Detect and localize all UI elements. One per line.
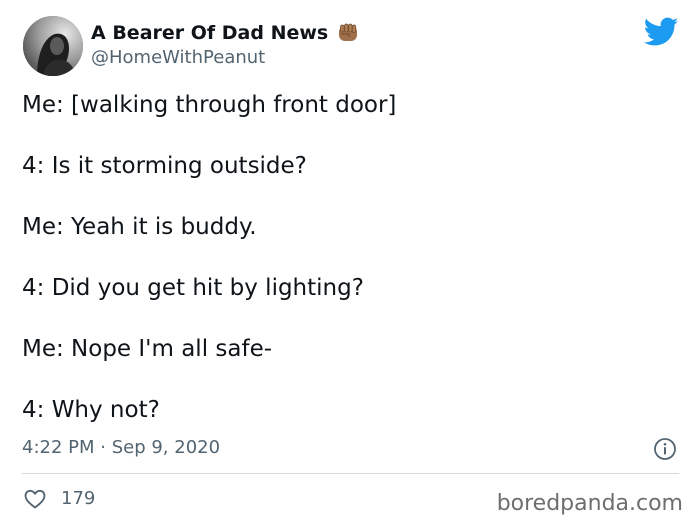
- tweet-card: A Bearer Of Dad News @HomeWithPeanut Me:…: [0, 0, 700, 528]
- like-count[interactable]: 179: [61, 488, 95, 510]
- raised-fist-emoji-icon: [336, 21, 360, 45]
- tweet-line: Me: Yeah it is buddy.: [22, 214, 257, 240]
- divider: [22, 473, 679, 474]
- heart-icon[interactable]: [23, 487, 47, 511]
- author-handle[interactable]: @HomeWithPeanut: [91, 47, 265, 69]
- tweet-line: 4: Did you get hit by lighting?: [22, 275, 364, 301]
- tweet-text: Me: [walking through front door] 4: Is i…: [22, 89, 672, 455]
- tweet-line: 4: Why not?: [22, 397, 160, 423]
- tweet-line: Me: Nope I'm all safe-: [22, 336, 273, 362]
- avatar[interactable]: [23, 16, 83, 76]
- tweet-line: Me: [walking through front door]: [22, 92, 397, 118]
- display-name[interactable]: A Bearer Of Dad News: [91, 20, 328, 46]
- info-icon[interactable]: [653, 437, 677, 461]
- tweet-timestamp[interactable]: 4:22 PM · Sep 9, 2020: [22, 437, 220, 459]
- watermark: boredpanda.com: [496, 491, 683, 516]
- twitter-bird-icon[interactable]: [643, 17, 679, 47]
- tweet-line: 4: Is it storming outside?: [22, 153, 307, 179]
